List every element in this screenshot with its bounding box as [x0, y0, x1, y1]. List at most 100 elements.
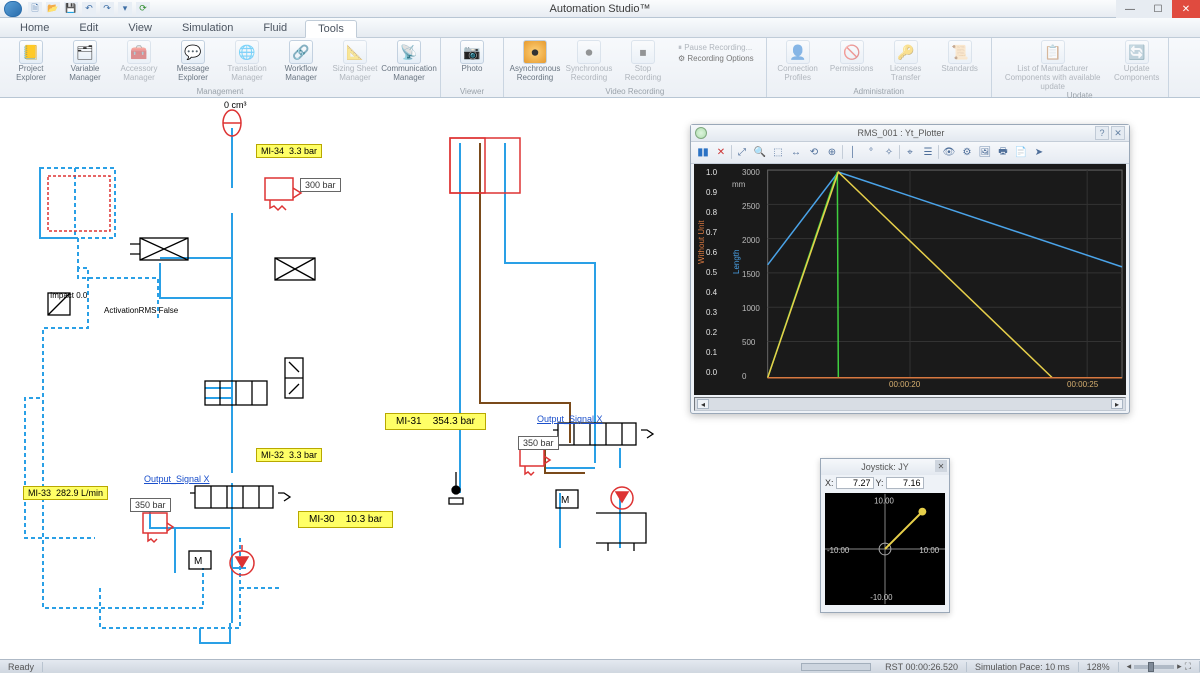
- scroll-right-button[interactable]: ▸: [1111, 399, 1123, 409]
- y2-tick: 1500: [742, 270, 760, 279]
- plotter-panel[interactable]: RMS_001 : Yt_Plotter ? ✕ ▮▮ ✕ ⤢ 🔍 ⬚ ↔ ⟲ …: [690, 124, 1130, 414]
- ribbon-label: Connection Profiles: [773, 65, 823, 83]
- tag-mi31: MI-31 354.3 bar: [385, 413, 486, 430]
- close-button[interactable]: ✕: [1172, 0, 1200, 18]
- ribbon-icon: 🧰: [127, 40, 151, 64]
- y1-tick: 0.9: [706, 188, 717, 197]
- plotter-header[interactable]: RMS_001 : Yt_Plotter ? ✕: [691, 125, 1129, 142]
- ribbon-label: Photo: [462, 65, 483, 74]
- ribbon-group-management: 📒Project Explorer🗂Variable Manager🧰Acces…: [0, 38, 441, 97]
- output-signal-link-right[interactable]: Output_Signal X: [537, 414, 603, 424]
- svg-text:M: M: [194, 556, 202, 567]
- qa-new-icon[interactable]: 🗎: [28, 2, 42, 16]
- output-signal-link-left[interactable]: Output_Signal X: [144, 474, 210, 484]
- ribbon-workflow-manager[interactable]: 🔗Workflow Manager: [276, 40, 326, 83]
- window-buttons: — ☐ ✕: [1116, 0, 1200, 18]
- ribbon-communication-manager[interactable]: 📡Communication Manager: [384, 40, 434, 83]
- zoom-in-button[interactable]: ▸: [1177, 661, 1182, 672]
- plot-scrollbar[interactable]: ◂ ▸: [694, 397, 1126, 411]
- ribbon-label: Variable Manager: [60, 65, 110, 83]
- qa-undo-icon[interactable]: ↶: [82, 2, 96, 16]
- ribbon-icon: 📒: [19, 40, 43, 64]
- ribbon-icon: 📜: [948, 40, 972, 64]
- minimize-button[interactable]: —: [1116, 0, 1144, 18]
- ribbon-label: Stop Recording: [618, 65, 668, 83]
- svg-text:10.00: 10.00: [874, 497, 894, 506]
- zoom-x-icon[interactable]: ↔: [788, 144, 804, 160]
- menu-tab-fluid[interactable]: Fluid: [251, 20, 299, 36]
- ribbon-message-explorer[interactable]: 💬Message Explorer: [168, 40, 218, 83]
- accumulator-label: 0 cm³: [224, 100, 247, 110]
- joystick-x-label: X:: [825, 478, 834, 488]
- ribbon-group-label: Viewer: [447, 87, 497, 97]
- zoom-fit-icon[interactable]: ⤢: [734, 144, 750, 160]
- status-zoom: 128%: [1079, 662, 1119, 672]
- menu-tab-simulation[interactable]: Simulation: [170, 20, 245, 36]
- y1-tick: 0.0: [706, 368, 717, 377]
- qa-open-icon[interactable]: 📂: [46, 2, 60, 16]
- joystick-panel[interactable]: Joystick: JY ✕ X: Y: 10.00 -10.00 -10.00…: [820, 458, 950, 613]
- cursor-xy-icon[interactable]: ✧: [881, 144, 897, 160]
- ribbon-icon: 📷: [460, 40, 484, 64]
- props-icon[interactable]: ⚙: [959, 144, 975, 160]
- plotter-toolbar: ▮▮ ✕ ⤢ 🔍 ⬚ ↔ ⟲ ⊕ │ ° ✧ ⌖ ☰ 👁 ⚙ 🖼 🖶 📄 ➤: [691, 142, 1129, 163]
- joystick-close-icon[interactable]: ✕: [935, 460, 947, 472]
- menu-tab-view[interactable]: View: [116, 20, 164, 36]
- pause-icon[interactable]: ▮▮: [695, 144, 711, 160]
- plotter-close-icon[interactable]: ✕: [1111, 126, 1125, 140]
- menu-tab-tools[interactable]: Tools: [305, 20, 357, 38]
- ribbon-recording-options[interactable]: ⚙ Recording Options: [672, 54, 760, 63]
- svg-text:-10.00: -10.00: [827, 546, 850, 555]
- ribbon-label: Standards: [941, 65, 977, 74]
- y2-tick: 500: [742, 338, 755, 347]
- cursor-h-icon[interactable]: °: [863, 144, 879, 160]
- view-icon[interactable]: 👁: [941, 144, 957, 160]
- y2-tick: 2000: [742, 236, 760, 245]
- scroll-left-button[interactable]: ◂: [697, 399, 709, 409]
- print-icon[interactable]: 🖶: [995, 144, 1011, 160]
- ribbon-sizing-sheet-manager: 📐Sizing Sheet Manager: [330, 40, 380, 83]
- qa-dropdown-icon[interactable]: ▾: [118, 2, 132, 16]
- zoom-in-icon[interactable]: 🔍: [752, 144, 768, 160]
- plot-area[interactable]: 1.00.90.80.70.60.50.40.30.20.10.0 300025…: [694, 164, 1126, 396]
- joystick-x-input[interactable]: [836, 477, 874, 489]
- ribbon-variable-manager[interactable]: 🗂Variable Manager: [60, 40, 110, 83]
- maximize-button[interactable]: ☐: [1144, 0, 1172, 18]
- export-img-icon[interactable]: 🖼: [977, 144, 993, 160]
- statusbar: Ready RST 00:00:26.520 Simulation Pace: …: [0, 659, 1200, 673]
- plotter-help-icon[interactable]: ?: [1095, 126, 1109, 140]
- joystick-header[interactable]: Joystick: JY ✕: [821, 459, 949, 475]
- joystick-y-input[interactable]: [886, 477, 924, 489]
- ribbon-asynchronous-recording[interactable]: ⏺Asynchronous Recording: [510, 40, 560, 83]
- goto-icon[interactable]: ➤: [1031, 144, 1047, 160]
- ribbon-photo[interactable]: 📷Photo: [447, 40, 497, 74]
- pressure-350-right: 350 bar: [518, 436, 559, 450]
- ribbon-standards: 📜Standards: [935, 40, 985, 83]
- zoom-select-icon[interactable]: ⬚: [770, 144, 786, 160]
- cursor-v-icon[interactable]: │: [845, 144, 861, 160]
- ribbon-icon: ⏹: [631, 40, 655, 64]
- export-data-icon[interactable]: 📄: [1013, 144, 1029, 160]
- qa-save-icon[interactable]: 💾: [64, 2, 78, 16]
- target-icon[interactable]: ⊕: [824, 144, 840, 160]
- y2-axis-label: Length: [732, 249, 741, 273]
- zoom-reset-icon[interactable]: ⟲: [806, 144, 822, 160]
- snap-icon[interactable]: ⌖: [902, 144, 918, 160]
- delete-icon[interactable]: ✕: [713, 144, 729, 160]
- fit-button[interactable]: ⛶: [1185, 661, 1191, 672]
- zoom-out-button[interactable]: ◂: [1127, 661, 1132, 672]
- joystick-pad[interactable]: 10.00 -10.00 -10.00 10.00: [825, 493, 945, 605]
- schematic-canvas[interactable]: M M 0 cm³ MI-34 3.3 bar 300 bar Impact 0…: [0, 98, 1200, 659]
- plotter-power-icon[interactable]: [695, 127, 707, 139]
- ribbon-connection-profiles: 👤Connection Profiles: [773, 40, 823, 83]
- menu-tab-home[interactable]: Home: [8, 20, 61, 36]
- ribbon-project-explorer[interactable]: 📒Project Explorer: [6, 40, 56, 83]
- qa-refresh-icon[interactable]: ⟳: [136, 2, 150, 16]
- activation-label: ActivationRMS False: [104, 306, 178, 315]
- options-icon[interactable]: ☰: [920, 144, 936, 160]
- menu-tab-edit[interactable]: Edit: [67, 20, 110, 36]
- ribbon-label: Translation Manager: [222, 65, 272, 83]
- qa-redo-icon[interactable]: ↷: [100, 2, 114, 16]
- y1-tick: 0.3: [706, 308, 717, 317]
- ribbon-translation-manager: 🌐Translation Manager: [222, 40, 272, 83]
